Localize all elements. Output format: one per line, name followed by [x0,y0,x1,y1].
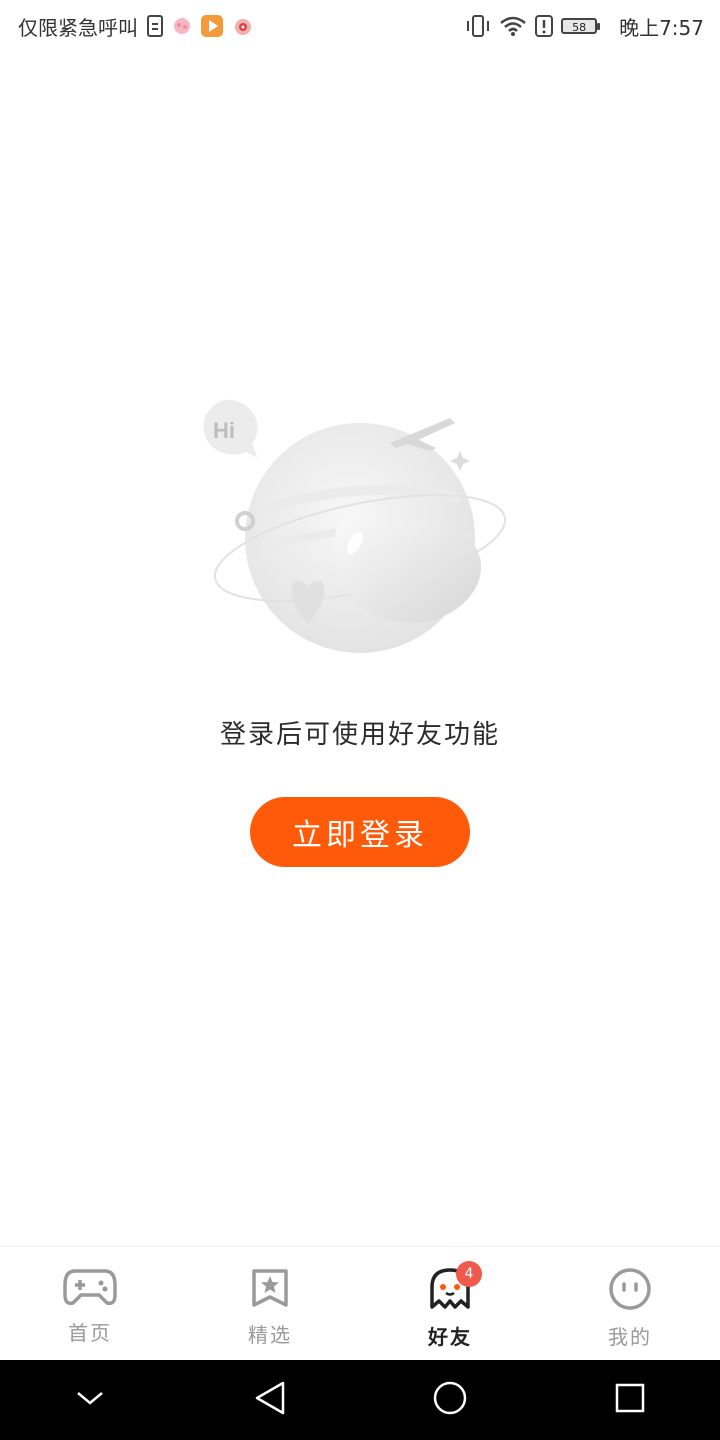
tab-featured-label: 精选 [248,1323,292,1347]
recents-square-icon [614,1382,646,1418]
gamepad-icon [63,1267,117,1311]
bottom-tab-bar: 首页 精选 4 好友 我的 [0,1246,720,1361]
system-navigation-bar [0,1360,720,1440]
home-circle-icon [432,1380,468,1420]
wifi-icon [499,15,527,37]
home-button[interactable] [410,1360,490,1440]
svg-text:Hi: Hi [213,418,235,443]
back-triangle-icon [253,1380,287,1420]
chevron-down-icon [75,1388,105,1412]
hide-nav-button[interactable] [50,1360,130,1440]
login-prompt-message: 登录后可使用好友功能 [219,720,500,750]
vibrate-icon [465,14,491,38]
tab-featured[interactable]: 精选 [180,1247,360,1361]
alert-icon [535,15,554,37]
back-button[interactable] [230,1360,310,1440]
tab-me-label: 我的 [608,1325,652,1349]
friends-notification-badge: 4 [456,1261,482,1287]
login-button[interactable]: 立即登录 [250,797,470,867]
camera-app-icon [232,15,254,37]
recents-button[interactable] [590,1360,670,1440]
tab-me[interactable]: 我的 [540,1247,720,1361]
tab-friends[interactable]: 4 好友 [360,1247,540,1361]
document-icon [146,15,164,37]
tab-friends-label: 好友 [428,1321,472,1350]
status-bar: 仅限紧急呼叫 58 晚上7:57 [0,0,720,52]
brain-app-icon [172,16,192,36]
face-icon [608,1267,652,1315]
hearts-globe-illustration: Hi [190,398,520,668]
tab-home[interactable]: 首页 [0,1247,180,1361]
battery-icon: 58 [561,18,601,34]
status-left: 仅限紧急呼叫 [18,12,254,41]
tab-home-label: 首页 [68,1321,112,1345]
video-app-icon [200,14,224,38]
clock: 晚上7:57 [619,15,704,40]
carrier-text: 仅限紧急呼叫 [18,15,138,40]
star-bookmark-icon [250,1267,290,1313]
speech-bubble-icon: Hi [203,399,258,458]
status-right: 58 晚上7:57 [465,12,704,41]
